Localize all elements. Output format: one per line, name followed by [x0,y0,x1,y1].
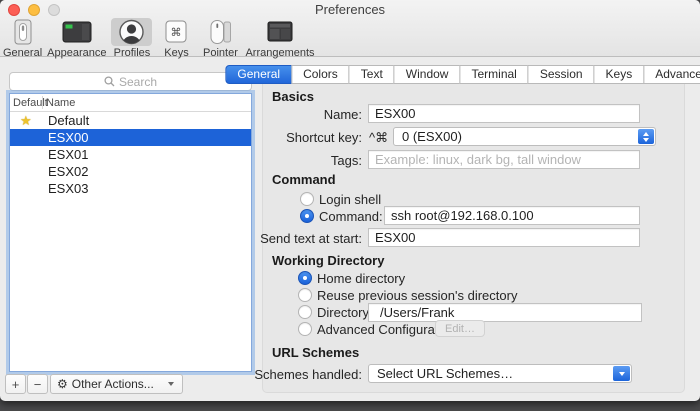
profile-list-header[interactable]: Default Name [10,94,251,112]
mouse-icon [210,20,232,44]
default-star-icon: ★ [20,113,32,128]
preferences-window: Preferences General Appearance Profiles … [0,0,700,401]
command-field[interactable] [384,206,640,225]
keycap-icon: ⌘ [165,20,187,43]
toolbar-item-keys[interactable]: ⌘ Keys [157,18,195,59]
other-actions-button[interactable]: ⚙ Other Actions... [50,374,183,394]
profile-row-default[interactable]: ★ Default [10,112,251,129]
tab-colors[interactable]: Colors [291,65,350,84]
tab-advanced[interactable]: Advanced [643,65,700,84]
home-directory-label: Home directory [317,271,406,286]
toolbar-label: Arrangements [245,47,315,59]
column-name: Name [46,97,76,109]
reuse-directory-label: Reuse previous session's directory [317,288,518,303]
toolbar-item-general[interactable]: General [3,18,42,59]
appearance-window-icon [62,21,92,43]
home-directory-radio[interactable] [298,271,312,285]
advanced-configuration-radio[interactable] [298,322,312,336]
working-directory-heading: Working Directory [272,253,385,268]
send-text-field[interactable] [368,228,640,247]
tab-keys[interactable]: Keys [593,65,645,84]
tab-text[interactable]: Text [348,65,395,84]
name-label: Name: [323,107,362,122]
profile-row-esx01[interactable]: ESX01 [10,146,251,163]
toolbar-label: General [3,47,43,59]
toolbar-label: Keys [164,47,189,59]
switch-icon [14,19,32,45]
stepper-icon [638,129,654,144]
dropdown-chevron-icon [613,366,630,381]
add-profile-button[interactable]: + [5,374,26,394]
column-divider [42,96,43,109]
arrangements-windows-icon [267,21,293,42]
profile-list: Default Name ★ Default ESX00 ESX01 ESX02… [9,93,252,372]
toolbar-item-pointer[interactable]: Pointer [200,18,240,59]
login-shell-label: Login shell [319,192,382,207]
reuse-directory-radio[interactable] [298,288,312,302]
directory-label: Directory: [317,305,373,320]
toolbar-label: Profiles [113,47,151,59]
url-schemes-heading: URL Schemes [272,345,360,360]
toolbar-label: Appearance [47,47,107,59]
schemes-handled-label: Schemes handled: [254,367,362,382]
login-shell-radio[interactable] [300,192,314,206]
command-label: Command: [319,209,383,224]
command-radio[interactable] [300,209,314,223]
profile-tabs: General Colors Text Window Terminal Sess… [225,65,700,84]
shortcut-key-label: Shortcut key: [286,130,362,145]
url-schemes-dropdown[interactable]: Select URL Schemes… [368,364,632,383]
tab-window[interactable]: Window [393,65,461,84]
tags-label: Tags: [330,153,362,168]
remove-profile-button[interactable]: − [27,374,48,394]
shortcut-key-popup[interactable]: 0 (ESX00) [393,127,656,146]
profile-row-esx00[interactable]: ESX00 [10,129,251,146]
toolbar-label: Pointer [203,47,238,59]
window-title: Preferences [314,2,386,17]
window-header: Preferences General Appearance Profiles … [0,0,700,59]
send-text-label: Send text at start: [260,231,362,246]
toolbar-item-appearance[interactable]: Appearance [47,18,106,59]
shortcut-modifier-symbols: ^⌘ [369,130,389,145]
directory-field[interactable] [368,303,642,322]
svg-text:⌘: ⌘ [171,26,182,39]
profile-row-esx02[interactable]: ESX02 [10,163,251,180]
toolbar-item-profiles[interactable]: Profiles [111,18,153,59]
tab-terminal[interactable]: Terminal [459,65,529,84]
preferences-toolbar: General Appearance Profiles ⌘ Keys Point… [3,18,315,59]
profiles-person-icon [119,19,145,44]
chevron-down-icon [167,382,174,386]
command-heading: Command [272,172,336,187]
tab-general[interactable]: General [225,65,293,84]
profile-name-field[interactable] [368,104,640,123]
toolbar-item-arrangements[interactable]: Arrangements [245,18,315,59]
search-placeholder: Search [118,74,158,89]
profile-row-esx03[interactable]: ESX03 [10,180,251,197]
tab-session[interactable]: Session [527,65,595,84]
gear-icon: ⚙ [57,377,68,391]
tags-field[interactable] [368,150,640,169]
search-icon [104,76,115,87]
search-input[interactable]: Search [9,72,252,91]
basics-heading: Basics [272,89,314,104]
profile-actions: + − ⚙ Other Actions... [5,374,183,394]
edit-button[interactable]: Edit… [435,320,485,337]
directory-radio[interactable] [298,305,312,319]
